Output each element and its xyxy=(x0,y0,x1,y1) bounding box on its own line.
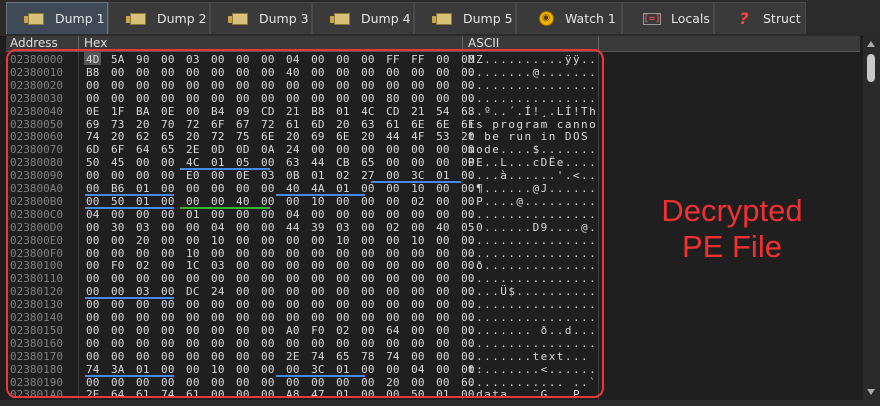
tab-dump-5[interactable]: Dump 5 xyxy=(414,2,516,34)
tab-label: Watch 1 xyxy=(565,11,616,26)
tab-watch-1[interactable]: ◉ Watch 1 xyxy=(516,2,622,34)
highlight-frame xyxy=(6,49,604,398)
tab-label: Dump 3 xyxy=(259,11,309,26)
tab-dump-2[interactable]: Dump 2 xyxy=(108,2,210,34)
dump-icon xyxy=(330,12,353,26)
dump-icon xyxy=(432,12,455,26)
tab-locals[interactable]: [=] Locals xyxy=(622,2,714,34)
annotation-label: Decrypted PE File xyxy=(604,193,860,265)
dump-icon xyxy=(228,12,251,26)
scroll-down-icon[interactable] xyxy=(867,389,875,395)
status-strip xyxy=(0,400,880,406)
tab-dump-4[interactable]: Dump 4 xyxy=(312,2,414,34)
dump-icon xyxy=(126,12,149,26)
watch-icon: ◉ xyxy=(535,11,557,26)
annotation-line-1: Decrypted xyxy=(661,193,803,228)
scroll-thumb[interactable] xyxy=(867,54,875,82)
tab-label: Dump 1 xyxy=(55,11,105,26)
tab-bar: Dump 1 Dump 2 Dump 3 Dump 4 Dump 5 ◉ Watch 1 [=… xyxy=(0,0,880,37)
scroll-up-icon[interactable] xyxy=(867,41,875,47)
column-address[interactable]: Address xyxy=(10,36,58,50)
tab-label: Locals xyxy=(671,11,710,26)
column-divider[interactable] xyxy=(598,36,599,51)
tab-label: Dump 5 xyxy=(463,11,513,26)
tab-struct[interactable]: ? Struct xyxy=(714,2,806,34)
dump-icon xyxy=(24,12,47,26)
column-ascii[interactable]: ASCII xyxy=(468,36,499,50)
tab-label: Struct xyxy=(763,11,801,26)
tab-dump-1[interactable]: Dump 1 xyxy=(6,2,108,34)
tab-label: Dump 4 xyxy=(361,11,411,26)
tab-dump-3[interactable]: Dump 3 xyxy=(210,2,312,34)
tab-label: Dump 2 xyxy=(157,11,207,26)
struct-icon: ? xyxy=(739,9,749,28)
column-hex[interactable]: Hex xyxy=(84,36,107,50)
annotation-line-2: PE File xyxy=(682,229,782,264)
vertical-scrollbar[interactable] xyxy=(863,36,880,400)
locals-icon: [=] xyxy=(643,12,661,25)
